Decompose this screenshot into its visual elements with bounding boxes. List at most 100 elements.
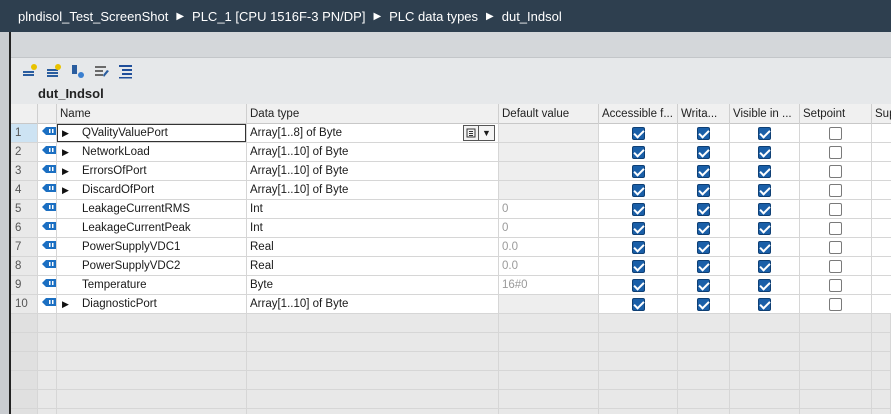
header-writable[interactable]: Writa...: [678, 104, 730, 124]
visible-checkbox[interactable]: [758, 297, 771, 311]
empty-cell[interactable]: [247, 390, 499, 409]
empty-cell[interactable]: [730, 409, 800, 414]
empty-cell[interactable]: [872, 371, 891, 390]
visible-checkbox[interactable]: [758, 278, 771, 292]
supervision-cell[interactable]: [872, 295, 891, 314]
empty-cell[interactable]: [247, 371, 499, 390]
data-type-cell[interactable]: Int: [247, 219, 499, 238]
setpoint-checkbox[interactable]: [829, 259, 842, 273]
writable-checkbox[interactable]: [697, 259, 710, 273]
empty-cell[interactable]: [499, 333, 599, 352]
writable-checkbox[interactable]: [697, 240, 710, 254]
empty-cell[interactable]: [730, 371, 800, 390]
visible-checkbox[interactable]: [758, 240, 771, 254]
data-type-cell[interactable]: Array[1..10] of Byte: [247, 181, 499, 200]
data-type-cell[interactable]: Real: [247, 238, 499, 257]
empty-row[interactable]: [11, 352, 891, 371]
empty-cell[interactable]: [57, 333, 247, 352]
setpoint-checkbox[interactable]: [829, 221, 842, 235]
name-cell[interactable]: Temperature: [57, 276, 247, 295]
empty-row[interactable]: [11, 314, 891, 333]
writable-checkbox[interactable]: [697, 126, 710, 140]
header-data-type[interactable]: Data type: [247, 104, 499, 124]
visible-checkbox[interactable]: [758, 126, 771, 140]
writable-checkbox[interactable]: [697, 202, 710, 216]
writable-checkbox[interactable]: [697, 145, 710, 159]
table-row[interactable]: 10 ▶ DiagnosticPort Array[1..10] of Byte: [11, 295, 891, 314]
expand-arrow-icon[interactable]: ▶: [62, 181, 74, 199]
empty-row[interactable]: [11, 371, 891, 390]
name-cell[interactable]: PowerSupplyVDC2: [57, 257, 247, 276]
add-row-icon[interactable]: [45, 62, 63, 80]
empty-row[interactable]: [11, 390, 891, 409]
empty-cell[interactable]: [11, 314, 38, 333]
empty-cell[interactable]: [678, 352, 730, 371]
default-value-cell[interactable]: [499, 181, 599, 200]
name-cell[interactable]: ▶ DiscardOfPort: [57, 181, 247, 200]
visible-checkbox[interactable]: [758, 164, 771, 178]
setpoint-checkbox[interactable]: [829, 240, 842, 254]
table-row[interactable]: 6 LeakageCurrentPeak Int 0: [11, 219, 891, 238]
empty-cell[interactable]: [800, 352, 872, 371]
empty-cell[interactable]: [38, 314, 57, 333]
default-value-cell[interactable]: 0.0: [499, 257, 599, 276]
empty-cell[interactable]: [800, 314, 872, 333]
default-value-cell[interactable]: 0: [499, 200, 599, 219]
default-value-cell[interactable]: [499, 143, 599, 162]
empty-cell[interactable]: [57, 371, 247, 390]
chevron-down-icon[interactable]: ▼: [479, 125, 495, 141]
default-value-cell[interactable]: 16#0: [499, 276, 599, 295]
setpoint-checkbox[interactable]: [829, 183, 842, 197]
setpoint-checkbox[interactable]: [829, 126, 842, 140]
empty-cell[interactable]: [599, 352, 678, 371]
accessible-checkbox[interactable]: [631, 164, 645, 178]
accessible-checkbox[interactable]: [631, 221, 645, 235]
name-cell[interactable]: ▶ ErrorsOfPort: [57, 162, 247, 181]
breadcrumb-plc-data-types[interactable]: PLC data types: [389, 9, 478, 24]
empty-cell[interactable]: [730, 390, 800, 409]
empty-row[interactable]: [11, 409, 891, 414]
expand-arrow-icon[interactable]: ▶: [62, 162, 74, 180]
writable-checkbox[interactable]: [697, 221, 710, 235]
table-row[interactable]: 8 PowerSupplyVDC2 Real 0.0: [11, 257, 891, 276]
empty-cell[interactable]: [499, 409, 599, 414]
breadcrumb-project[interactable]: plndisol_Test_ScreenShot: [18, 9, 168, 24]
header-supervision[interactable]: Sup: [872, 104, 891, 124]
empty-cell[interactable]: [247, 409, 499, 414]
empty-cell[interactable]: [499, 390, 599, 409]
empty-cell[interactable]: [599, 409, 678, 414]
name-cell[interactable]: LeakageCurrentPeak: [57, 219, 247, 238]
list-icon[interactable]: [463, 125, 479, 141]
supervision-cell[interactable]: [872, 143, 891, 162]
empty-cell[interactable]: [247, 314, 499, 333]
insert-row-icon[interactable]: [21, 62, 39, 80]
table-row[interactable]: 4 ▶ DiscardOfPort Array[1..10] of Byte: [11, 181, 891, 200]
empty-cell[interactable]: [38, 352, 57, 371]
details-icon[interactable]: [117, 62, 135, 80]
visible-checkbox[interactable]: [758, 202, 771, 216]
supervision-cell[interactable]: [872, 162, 891, 181]
default-value-cell[interactable]: [499, 162, 599, 181]
empty-cell[interactable]: [730, 333, 800, 352]
data-type-cell[interactable]: Byte: [247, 276, 499, 295]
visible-checkbox[interactable]: [758, 221, 771, 235]
header-setpoint[interactable]: Setpoint: [800, 104, 872, 124]
accessible-checkbox[interactable]: [631, 259, 645, 273]
accessible-checkbox[interactable]: [631, 278, 645, 292]
visible-checkbox[interactable]: [758, 259, 771, 273]
default-value-cell[interactable]: 0.0: [499, 238, 599, 257]
expand-icon[interactable]: [69, 62, 87, 80]
table-row[interactable]: 5 LeakageCurrentRMS Int 0: [11, 200, 891, 219]
supervision-cell[interactable]: [872, 124, 891, 143]
data-type-cell[interactable]: Array[1..10] of Byte: [247, 143, 499, 162]
empty-cell[interactable]: [599, 371, 678, 390]
empty-cell[interactable]: [11, 352, 38, 371]
empty-cell[interactable]: [38, 333, 57, 352]
default-value-cell[interactable]: [499, 295, 599, 314]
empty-cell[interactable]: [872, 409, 891, 414]
accessible-checkbox[interactable]: [631, 297, 645, 311]
name-cell[interactable]: ▶ NetworkLoad: [57, 143, 247, 162]
data-type-cell[interactable]: Real: [247, 257, 499, 276]
expand-arrow-icon[interactable]: ▶: [62, 143, 74, 161]
empty-cell[interactable]: [678, 390, 730, 409]
